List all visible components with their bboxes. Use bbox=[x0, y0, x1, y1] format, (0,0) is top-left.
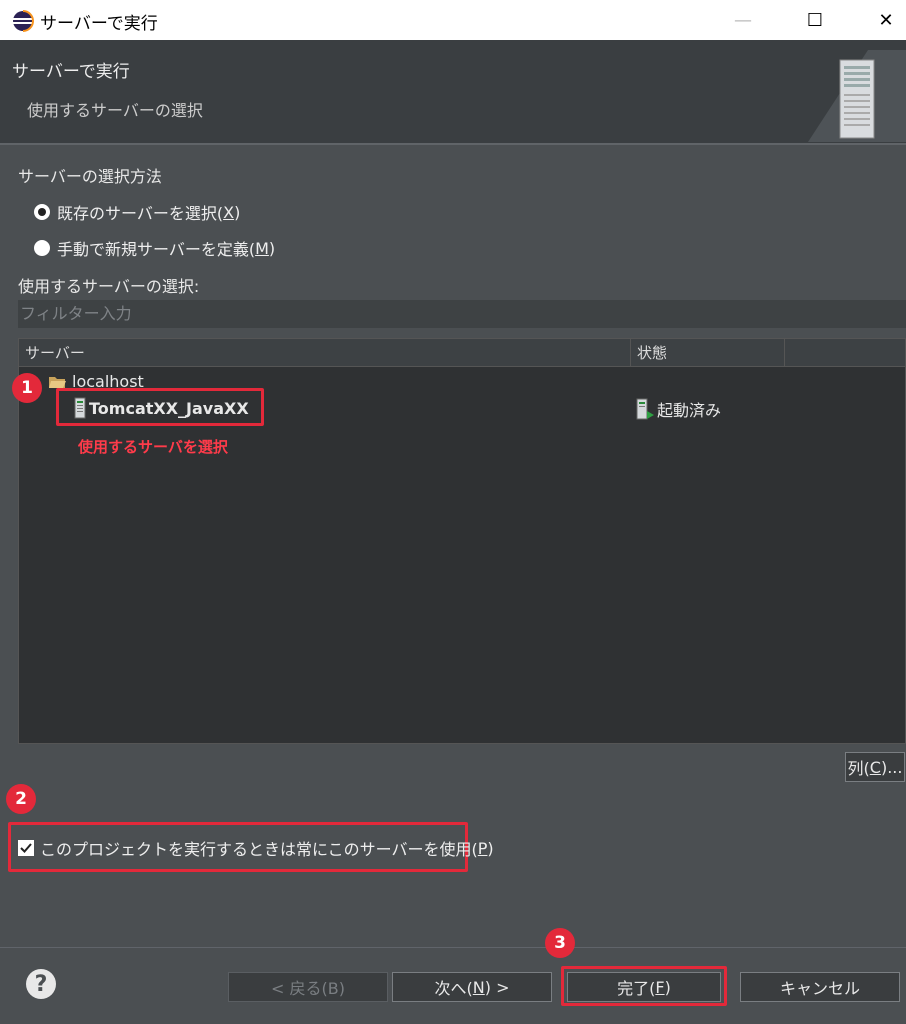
server-status: 起動済み bbox=[657, 401, 722, 420]
always-use-suffix: ) bbox=[487, 838, 494, 858]
help-icon[interactable]: ? bbox=[26, 969, 56, 999]
close-button[interactable]: ✕ bbox=[871, 6, 901, 34]
radio-new-suffix: ) bbox=[268, 238, 276, 258]
radio-new-label: 手動で新規サーバーを定義( bbox=[57, 240, 256, 259]
server-started-icon bbox=[636, 398, 654, 420]
server-status-cell: 起動済み bbox=[636, 397, 721, 421]
window-title: サーバーで実行 bbox=[40, 14, 158, 34]
wizard-subtitle: 使用するサーバーの選択 bbox=[27, 101, 203, 120]
window-titlebar: サーバーで実行 — ☐ ✕ bbox=[0, 0, 906, 40]
server-list-label: 使用するサーバーの選択: bbox=[18, 277, 200, 296]
columns-button-suffix: )... bbox=[880, 757, 903, 777]
annotation-badge-3: 3 bbox=[545, 928, 575, 958]
annotation-box-server bbox=[56, 388, 264, 426]
column-status[interactable]: 状態 bbox=[631, 339, 785, 367]
folder-open-icon bbox=[49, 376, 66, 388]
minimize-button[interactable]: — bbox=[728, 6, 758, 34]
always-use-label: このプロジェクトを実行するときは常にこのサーバーを使用( bbox=[40, 840, 478, 859]
annotation-badge-2: 2 bbox=[6, 784, 36, 814]
header-divider bbox=[0, 143, 906, 145]
columns-button[interactable]: 列(C)... bbox=[845, 752, 905, 782]
radio-checked-icon bbox=[34, 204, 50, 220]
always-use-checkbox[interactable]: このプロジェクトを実行するときは常にこのサーバーを使用(P) bbox=[18, 836, 494, 860]
filter-input[interactable]: フィルター入力 bbox=[18, 300, 906, 328]
footer-divider bbox=[0, 947, 906, 948]
always-use-mnemonic: P bbox=[477, 838, 488, 858]
checkbox-checked-icon bbox=[18, 840, 34, 856]
annotation-box-finish bbox=[561, 966, 727, 1006]
table-header: サーバー 状態 bbox=[19, 339, 905, 367]
columns-button-label: 列( bbox=[847, 759, 870, 778]
maximize-button[interactable]: ☐ bbox=[800, 6, 830, 34]
back-button[interactable]: < 戻る(B) bbox=[228, 972, 388, 1002]
radio-existing-server[interactable]: 既存のサーバーを選択(X) bbox=[34, 200, 240, 224]
annotation-note: 使用するサーバを選択 bbox=[78, 438, 228, 456]
radio-existing-suffix: ) bbox=[234, 202, 241, 222]
radio-new-server[interactable]: 手動で新規サーバーを定義(M) bbox=[34, 236, 275, 260]
radio-existing-mnemonic: X bbox=[223, 202, 235, 222]
radio-unchecked-icon bbox=[34, 240, 50, 256]
next-button-mnemonic: N bbox=[472, 977, 485, 997]
cancel-button[interactable]: キャンセル bbox=[740, 972, 900, 1002]
eclipse-app-icon bbox=[13, 10, 34, 32]
column-server[interactable]: サーバー bbox=[19, 339, 631, 367]
wizard-header: サーバーで実行 使用するサーバーの選択 bbox=[0, 40, 906, 143]
server-wizard-icon bbox=[808, 50, 906, 142]
annotation-badge-1: 1 bbox=[12, 373, 42, 403]
radio-new-mnemonic: M bbox=[255, 238, 269, 258]
columns-button-mnemonic: C bbox=[869, 757, 881, 777]
next-button[interactable]: 次へ(N) > bbox=[392, 972, 552, 1002]
radio-existing-label: 既存のサーバーを選択( bbox=[57, 204, 224, 223]
wizard-title: サーバーで実行 bbox=[12, 62, 130, 82]
selection-method-label: サーバーの選択方法 bbox=[18, 167, 162, 186]
next-button-suffix: ) > bbox=[484, 977, 510, 997]
next-button-label: 次へ( bbox=[434, 979, 473, 998]
